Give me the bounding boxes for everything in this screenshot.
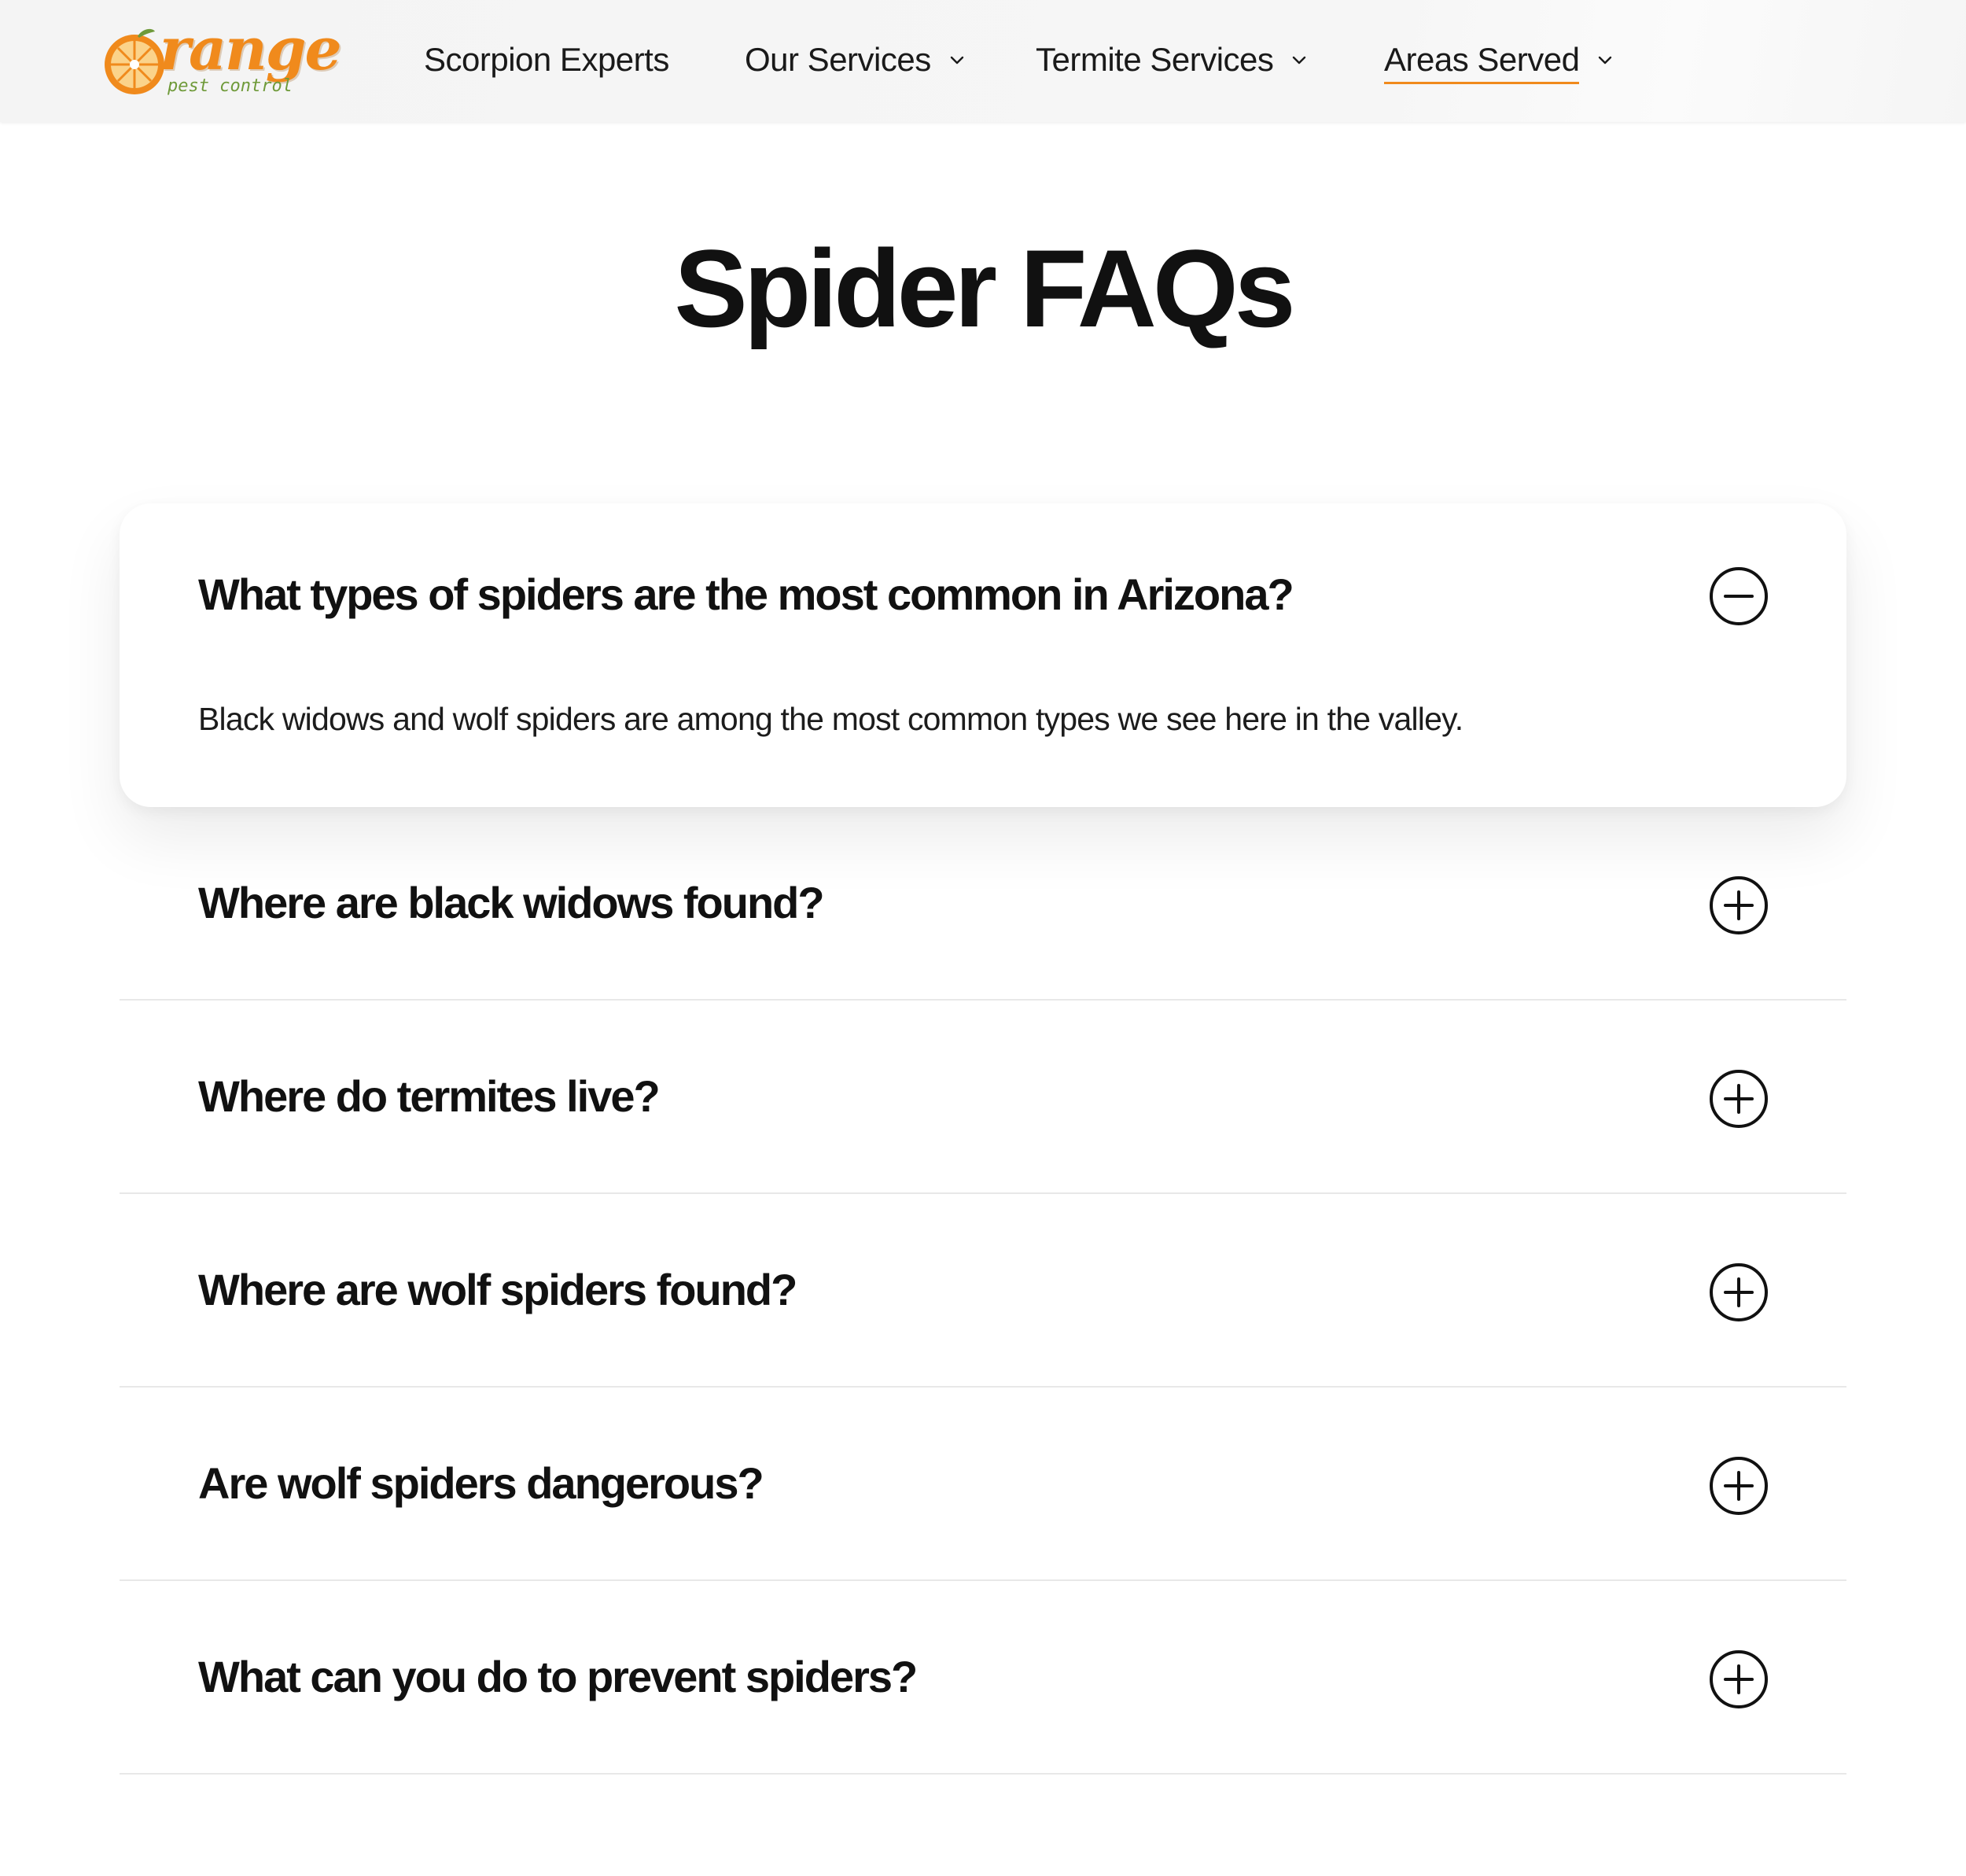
faq-answer: Black widows and wolf spiders are among … <box>198 701 1463 737</box>
site-header: range pest control Scorpion Experts Our … <box>0 0 1966 122</box>
plus-circle-icon[interactable] <box>1708 1455 1769 1517</box>
chevron-down-icon <box>950 56 963 64</box>
nav-item-scorpion-experts[interactable]: Scorpion Experts <box>424 38 669 82</box>
faq-question[interactable]: What can you do to prevent spiders? <box>198 1650 918 1703</box>
faq-item[interactable]: What can you do to prevent spiders? <box>120 1581 1846 1775</box>
chevron-down-icon <box>1293 56 1306 64</box>
page-title: Spider FAQs <box>674 227 1295 350</box>
plus-circle-icon[interactable] <box>1708 1649 1769 1710</box>
chevron-down-icon <box>1599 56 1612 64</box>
faq-item[interactable]: Are wolf spiders dangerous? <box>120 1388 1846 1581</box>
faq-question[interactable]: Where are wolf spiders found? <box>198 1263 797 1316</box>
nav-label: Areas Served <box>1384 41 1580 84</box>
nav-item-our-services[interactable]: Our Services <box>745 38 966 82</box>
faq-question[interactable]: Where are black widows found? <box>198 876 825 929</box>
plus-circle-icon[interactable] <box>1708 1068 1769 1130</box>
faq-question[interactable]: Are wolf spiders dangerous? <box>198 1457 764 1509</box>
nav-label: Our Services <box>745 41 931 78</box>
faq-item-expanded[interactable]: What types of spiders are the most commo… <box>120 503 1846 807</box>
main-nav: Scorpion Experts Our Services Termite Se… <box>0 0 1966 122</box>
nav-item-areas-served[interactable]: Areas Served <box>1384 38 1614 84</box>
faq-item[interactable]: Where are wolf spiders found? <box>120 1194 1846 1388</box>
plus-circle-icon[interactable] <box>1708 1262 1769 1323</box>
nav-label: Scorpion Experts <box>424 41 669 78</box>
faq-accordion: What types of spiders are the most commo… <box>120 503 1846 1775</box>
faq-question[interactable]: Where do termites live? <box>198 1070 661 1122</box>
faq-question[interactable]: What types of spiders are the most commo… <box>198 568 1294 621</box>
nav-item-termite-services[interactable]: Termite Services <box>1036 38 1308 82</box>
faq-item[interactable]: Where are black widows found? <box>120 807 1846 1001</box>
nav-label: Termite Services <box>1036 41 1274 78</box>
plus-circle-icon[interactable] <box>1708 875 1769 936</box>
minus-circle-icon[interactable] <box>1708 566 1769 627</box>
faq-item[interactable]: Where do termites live? <box>120 1001 1846 1194</box>
